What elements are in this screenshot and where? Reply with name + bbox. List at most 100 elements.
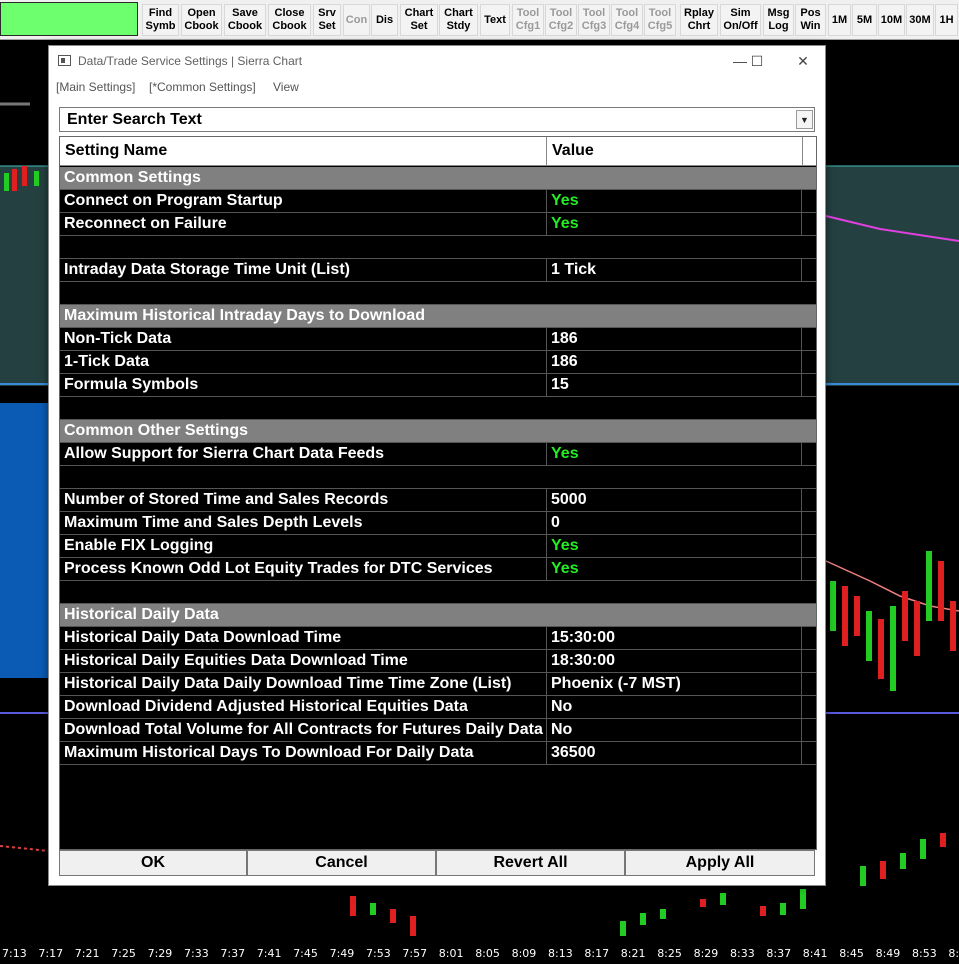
toolbar-button-6[interactable]: Dis <box>371 4 398 36</box>
setting-row[interactable]: Formula Symbols 15 <box>60 374 816 397</box>
toolbar-button-label: Tool <box>549 7 573 19</box>
setting-value[interactable]: Yes <box>547 535 802 557</box>
setting-row[interactable]: Download Total Volume for All Contracts … <box>60 719 816 742</box>
setting-row[interactable]: Historical Daily Equities Data Download … <box>60 650 816 673</box>
setting-value[interactable]: 15 <box>547 374 802 396</box>
setting-name: Download Dividend Adjusted Historical Eq… <box>60 696 547 718</box>
setting-row[interactable]: Reconnect on Failure Yes <box>60 213 816 236</box>
setting-row[interactable]: Maximum Historical Days To Download For … <box>60 742 816 765</box>
setting-value[interactable]: Yes <box>547 213 802 235</box>
section-header-row[interactable]: Maximum Historical Intraday Days to Down… <box>60 305 816 328</box>
section-header-row[interactable]: Common Settings <box>60 167 816 190</box>
setting-row[interactable]: Historical Daily Data Daily Download Tim… <box>60 673 816 696</box>
time-axis-label: 8:45 <box>839 947 864 960</box>
toolbar-button-label: Srv <box>318 7 336 19</box>
toolbar-button-19[interactable]: 1M <box>828 4 851 36</box>
scrollbar-corner <box>802 137 816 166</box>
toolbar-button-label: Cfg3 <box>581 20 607 32</box>
time-axis: 7:13 7:17 7:21 7:25 7:29 7:33 7:37 7:41 7:45 7:49… <box>0 944 959 964</box>
toolbar-button-23[interactable]: 1H <box>935 4 958 36</box>
setting-value[interactable]: Phoenix (-7 MST) <box>547 673 802 695</box>
toolbar-button-4[interactable]: Srv Set <box>313 4 341 36</box>
menu-view[interactable]: View <box>273 80 299 94</box>
setting-value[interactable]: 18:30:00 <box>547 650 802 672</box>
setting-value[interactable]: 36500 <box>547 742 802 764</box>
toolbar-button-label: Cbook <box>272 20 307 32</box>
toolbar-button-16[interactable]: Sim On/Off <box>720 4 761 36</box>
setting-row[interactable]: Download Dividend Adjusted Historical Eq… <box>60 696 816 719</box>
ok-button[interactable]: OK <box>59 850 247 876</box>
settings-grid: Setting Name Value Common Settings Connec… <box>59 136 817 850</box>
toolbar-button-3[interactable]: Close Cbook <box>268 4 311 36</box>
toolbar-button-12[interactable]: Tool Cfg3 <box>578 4 610 36</box>
revert-all-button[interactable]: Revert All <box>436 850 625 876</box>
search-input[interactable] <box>60 108 794 131</box>
setting-value[interactable]: Yes <box>547 443 802 465</box>
setting-value[interactable]: Yes <box>547 190 802 212</box>
menu-main-settings[interactable]: [Main Settings] <box>56 80 135 94</box>
column-header-value[interactable]: Value <box>547 137 802 165</box>
setting-value[interactable]: 5000 <box>547 489 802 511</box>
toolbar-button-1[interactable]: Open Cbook <box>181 4 222 36</box>
setting-value[interactable]: No <box>547 696 802 718</box>
setting-row[interactable]: Number of Stored Time and Sales Records 5… <box>60 489 816 512</box>
dialog-titlebar[interactable]: Data/Trade Service Settings | Sierra Cha… <box>49 46 825 76</box>
toolbar-button-label: Cbook <box>184 20 219 32</box>
search-combobox[interactable]: ▼ <box>59 107 815 132</box>
setting-value[interactable]: 15:30:00 <box>547 627 802 649</box>
settings-rows: Common Settings Connect on Program Startu… <box>60 167 816 765</box>
symbol-box[interactable] <box>0 2 138 36</box>
cancel-button[interactable]: Cancel <box>247 850 436 876</box>
toolbar-button-22[interactable]: 30M <box>906 4 934 36</box>
setting-row[interactable]: 1-Tick Data 186 <box>60 351 816 374</box>
maximize-icon[interactable]: ☐ <box>742 50 772 72</box>
setting-value[interactable]: 186 <box>547 328 802 350</box>
toolbar-button-label: Find <box>148 7 173 19</box>
toolbar-button-7[interactable]: Chart Set <box>400 4 438 36</box>
time-axis-label: 8:33 <box>730 947 755 960</box>
section-header-row[interactable]: Common Other Settings <box>60 420 816 443</box>
apply-all-button[interactable]: Apply All <box>625 850 815 876</box>
time-axis-label: 7:41 <box>256 947 282 960</box>
setting-value[interactable]: 186 <box>547 351 802 373</box>
toolbar-button-14[interactable]: Tool Cfg5 <box>644 4 676 36</box>
dialog-menubar: [Main Settings] [*Common Settings] View <box>49 76 825 98</box>
column-header-setting-name[interactable]: Setting Name <box>60 137 547 165</box>
toolbar-button-21[interactable]: 10M <box>878 4 905 36</box>
setting-value[interactable]: No <box>547 719 802 741</box>
close-icon[interactable]: ✕ <box>788 50 818 72</box>
setting-row[interactable]: Intraday Data Storage Time Unit (List) 1 … <box>60 259 816 282</box>
setting-value[interactable]: 1 Tick <box>547 259 802 281</box>
setting-row[interactable]: Process Known Odd Lot Equity Trades for … <box>60 558 816 581</box>
toolbar-button-11[interactable]: Tool Cfg2 <box>545 4 577 36</box>
setting-row[interactable]: Connect on Program Startup Yes <box>60 190 816 213</box>
toolbar-button-18[interactable]: Pos Win <box>795 4 826 36</box>
setting-row[interactable]: Maximum Time and Sales Depth Levels 0 <box>60 512 816 535</box>
toolbar-button-10[interactable]: Tool Cfg1 <box>512 4 544 36</box>
time-axis-label: 8:17 <box>584 947 610 960</box>
toolbar-button-13[interactable]: Tool Cfg4 <box>611 4 643 36</box>
toolbar-button-17[interactable]: Msg Log <box>763 4 794 36</box>
app-window-icon <box>58 55 71 66</box>
toolbar-button-20[interactable]: 5M <box>852 4 877 36</box>
section-header-row[interactable]: Historical Daily Data <box>60 604 816 627</box>
toolbar-button-label: Symb <box>145 20 176 32</box>
setting-value[interactable]: 0 <box>547 512 802 534</box>
toolbar-button-label: Cfg2 <box>548 20 574 32</box>
toolbar-button-0[interactable]: Find Symb <box>142 4 179 36</box>
setting-name: Allow Support for Sierra Chart Data Feed… <box>60 443 547 465</box>
toolbar-button-2[interactable]: Save Cbook <box>224 4 266 36</box>
menu-common-settings[interactable]: [*Common Settings] <box>149 80 256 94</box>
toolbar-button-15[interactable]: Rplay Chrt <box>680 4 718 36</box>
setting-row[interactable]: Non-Tick Data 186 <box>60 328 816 351</box>
chevron-down-icon[interactable]: ▼ <box>796 110 813 129</box>
setting-name: Download Total Volume for All Contracts … <box>60 719 547 741</box>
toolbar-button-8[interactable]: Chart Stdy <box>439 4 478 36</box>
time-axis-label: 8:13 <box>548 947 573 960</box>
toolbar-button-5[interactable]: Con <box>343 4 370 36</box>
setting-row[interactable]: Enable FIX Logging Yes <box>60 535 816 558</box>
setting-row[interactable]: Allow Support for Sierra Chart Data Feed… <box>60 443 816 466</box>
toolbar-button-9[interactable]: Text <box>480 4 510 36</box>
setting-value[interactable]: Yes <box>547 558 802 580</box>
setting-row[interactable]: Historical Daily Data Download Time 15:30… <box>60 627 816 650</box>
